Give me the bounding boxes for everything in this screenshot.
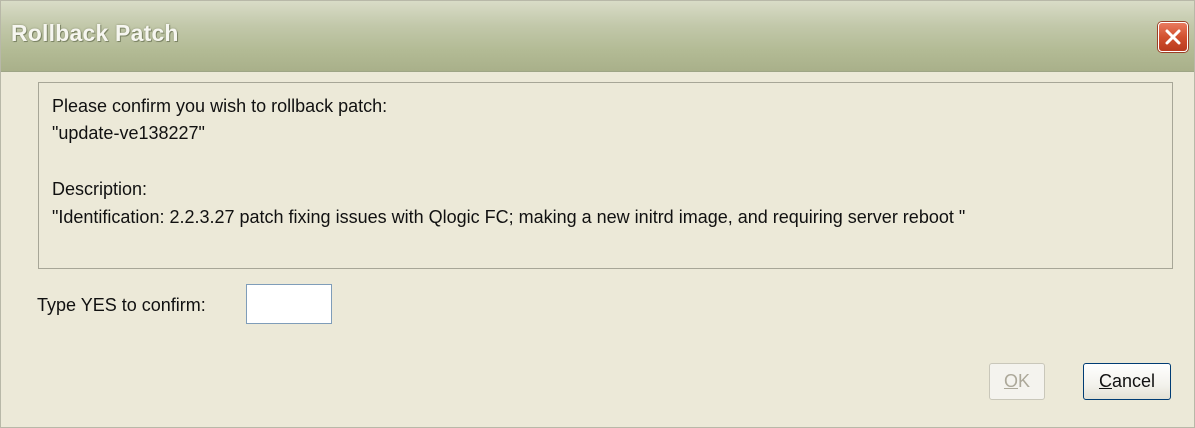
ok-button-mnemonic: O [1003, 371, 1018, 391]
title-bar[interactable]: Rollback Patch [1, 1, 1194, 72]
ok-button-label: K [1018, 371, 1031, 391]
cancel-button-label: ancel [1111, 371, 1156, 391]
patch-name-text: "update-ve138227" [52, 123, 205, 143]
confirm-label: Type YES to confirm: [37, 295, 206, 315]
description-label: Description: [52, 179, 148, 199]
close-button[interactable] [1158, 22, 1188, 52]
confirm-input[interactable] [246, 284, 332, 324]
description-text: "Identification: 2.2.3.27 patch fixing i… [52, 207, 966, 227]
rollback-patch-dialog: Rollback Patch Please confirm you wish t… [0, 0, 1195, 428]
patch-info-panel: Please confirm you wish to rollback patc… [38, 82, 1173, 269]
cancel-button-mnemonic: C [1098, 371, 1112, 391]
confirm-prompt-text: Please confirm you wish to rollback patc… [52, 96, 388, 116]
ok-button[interactable]: OK [989, 363, 1045, 400]
window-title: Rollback Patch [11, 20, 179, 46]
close-icon [1165, 29, 1181, 45]
cancel-button[interactable]: Cancel [1083, 363, 1171, 400]
